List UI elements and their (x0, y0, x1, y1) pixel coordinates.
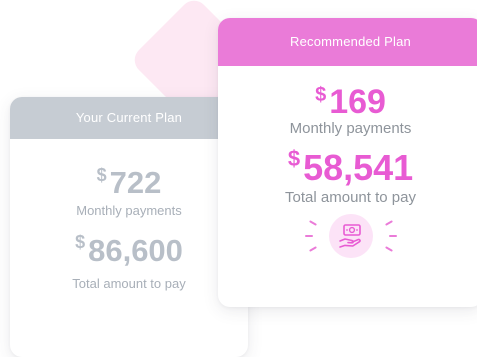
money-icon-badge (328, 214, 373, 258)
current-total-price: $86,600 (10, 232, 248, 270)
currency-symbol: $ (96, 165, 107, 185)
current-total-amount: 86,600 (88, 233, 183, 268)
current-monthly-price: $722 (10, 165, 248, 201)
recommended-plan-title: Recommended Plan (218, 18, 477, 66)
recommended-plan-card: Recommended Plan $169 Monthly payments $… (218, 18, 477, 307)
recommended-total-amount: 58,541 (303, 147, 414, 188)
sparkle-icon (384, 246, 393, 252)
recommended-monthly-price: $169 (218, 84, 477, 120)
currency-symbol: $ (287, 146, 301, 171)
recommended-monthly-label: Monthly payments (289, 120, 412, 137)
currency-symbol: $ (75, 232, 86, 252)
current-plan-title: Your Current Plan (10, 97, 248, 139)
current-total-label: Total amount to pay (72, 276, 186, 291)
recommended-total-label: Total amount to pay (285, 189, 416, 206)
hand-money-icon (338, 224, 361, 248)
current-plan-card: Your Current Plan $722 Monthly payments … (10, 97, 248, 357)
sparkle-icon (384, 220, 393, 226)
sparkle-icon (308, 220, 317, 226)
sparkle-icon (308, 246, 317, 252)
recommended-monthly-amount: 169 (329, 83, 386, 121)
recommended-total-price: $58,541 (218, 147, 477, 189)
savings-illustration (301, 214, 401, 266)
currency-symbol: $ (315, 84, 327, 106)
sparkle-icon (388, 235, 397, 237)
current-monthly-label: Monthly payments (76, 203, 182, 218)
sparkle-icon (304, 235, 313, 237)
current-monthly-amount: 722 (109, 165, 162, 200)
